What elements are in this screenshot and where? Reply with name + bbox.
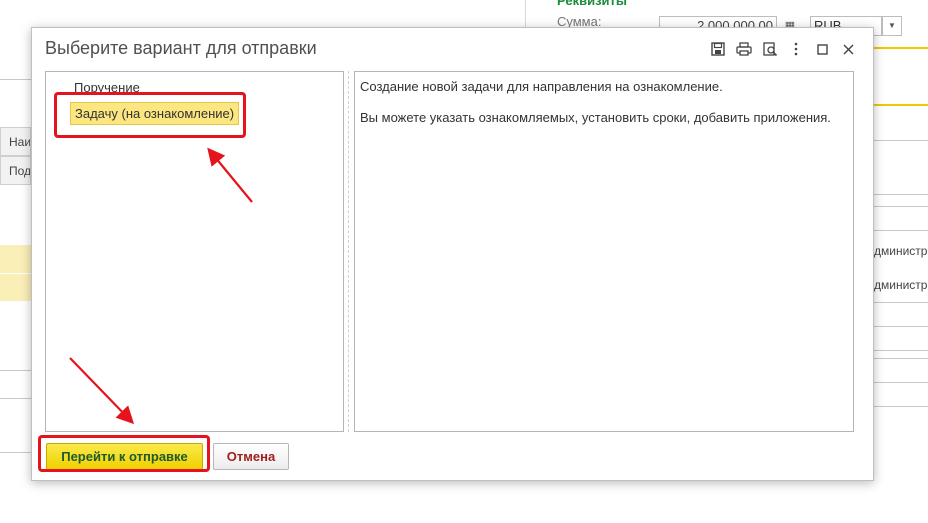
background-line [874,350,928,351]
background-line [874,302,928,303]
variant-item-task-familiarization[interactable]: Задачу (на ознакомление) [70,102,240,125]
table-header-cell: Под [0,156,31,185]
currency-dropdown-icon[interactable]: ▼ [882,16,902,36]
dialog-title: Выберите вариант для отправки [45,38,317,58]
description-line: Вы можете указать ознакомляемых, установ… [360,110,831,125]
dialog-toolbar [705,38,861,60]
background-line [874,194,928,195]
background-cell-text: дминистр [874,244,928,258]
background-line [874,406,928,407]
close-icon[interactable] [835,38,861,60]
background-line [874,140,928,141]
panel-splitter[interactable] [348,71,350,432]
background-line [874,230,928,231]
background-line [0,370,31,371]
variant-item-instruction[interactable]: Поручение [74,80,140,95]
send-variant-dialog: Выберите вариант для отправки Поручение … [31,27,874,481]
maximize-icon[interactable] [809,38,835,60]
background-line [874,326,928,327]
background-line [874,382,928,383]
requisites-heading: Реквизиты [557,0,627,8]
preview-icon[interactable] [757,38,783,60]
background-accent-line [874,104,928,106]
variant-description: Создание новой задачи для направления на… [354,71,854,432]
background-cell-text: дминистр [874,278,928,292]
background-line [0,452,31,453]
background-accent-line [874,47,928,49]
description-line: Создание новой задачи для направления на… [360,79,723,94]
background-highlight-row [0,274,31,301]
more-icon[interactable] [783,38,809,60]
background-line [0,79,31,80]
print-icon[interactable] [731,38,757,60]
variant-list: Поручение Задачу (на ознакомление) [45,71,344,432]
cancel-button[interactable]: Отмена [213,443,289,470]
table-header-cell: Наим [0,127,31,156]
background-line [874,206,928,207]
go-to-send-button[interactable]: Перейти к отправке [46,443,203,470]
background-line [0,398,31,399]
background-line [874,358,928,359]
save-icon[interactable] [705,38,731,60]
background-highlight-row [0,245,31,273]
